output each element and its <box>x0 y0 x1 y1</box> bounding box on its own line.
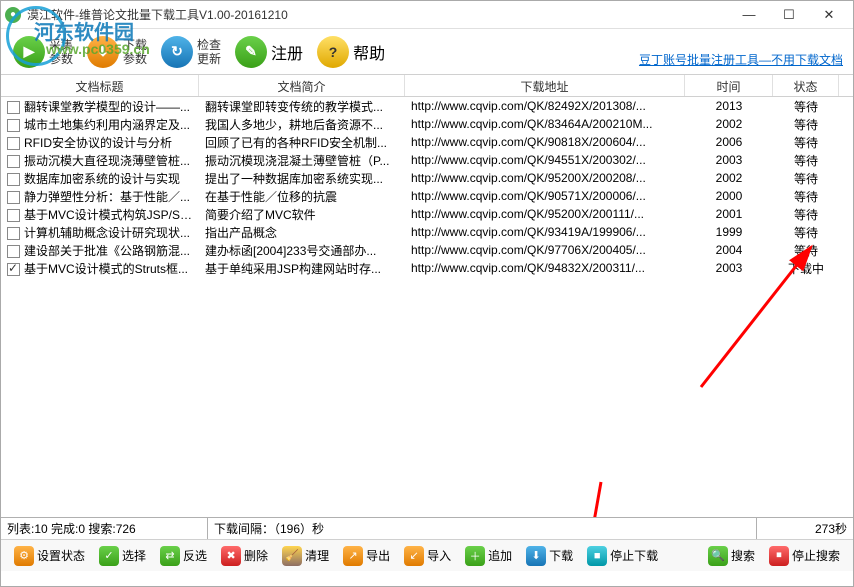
register-icon: ✎ <box>235 36 267 68</box>
maximize-button[interactable]: ☐ <box>769 3 809 27</box>
delete-button[interactable]: ✖删除 <box>216 544 273 568</box>
check-icon: ✓ <box>99 546 119 566</box>
status-bar: 列表:10 完成:0 搜索:726 下载间隔：（196）秒 273秒 <box>1 517 853 539</box>
app-icon: ● <box>5 7 21 23</box>
row-checkbox[interactable] <box>7 191 20 204</box>
help-icon: ? <box>317 36 349 68</box>
row-checkbox[interactable] <box>7 155 20 168</box>
stop-download-button[interactable]: ■停止下载 <box>582 544 663 568</box>
download-icon: ⬇ <box>87 36 119 68</box>
update-icon: ↻ <box>161 36 193 68</box>
invert-button[interactable]: ⇄反选 <box>155 544 212 568</box>
import-icon: ↙ <box>404 546 424 566</box>
broom-icon: 🧹 <box>282 546 302 566</box>
status-interval: 下载间隔：（196）秒 <box>208 518 757 539</box>
check-update-button[interactable]: ↻ 检查更新 <box>155 34 227 70</box>
stop-download-icon: ■ <box>587 546 607 566</box>
table-row[interactable]: 静力弹塑性分析：基于性能／...在基于性能／位移的抗震http://www.cq… <box>1 187 853 205</box>
table-row[interactable]: 基于MVC设计模式构筑JSP/Serv...简要介绍了MVC软件http://w… <box>1 205 853 223</box>
download-button[interactable]: ⬇下载 <box>521 544 578 568</box>
set-state-button[interactable]: ⚙设置状态 <box>9 544 90 568</box>
export-icon: ↗ <box>343 546 363 566</box>
table-row[interactable]: 翻转课堂教学模型的设计——...翻转课堂即转变传统的教学模式...http://… <box>1 97 853 115</box>
table-row[interactable]: 城市土地集约利用内涵界定及...我国人多地少，耕地后备资源不...http://… <box>1 115 853 133</box>
content-area: 文档标题 文档简介 下载地址 时间 状态 翻转课堂教学模型的设计——...翻转课… <box>1 75 853 517</box>
search-button[interactable]: 🔍搜索 <box>703 544 760 568</box>
stop-search-icon: ⏹ <box>769 546 789 566</box>
export-button[interactable]: ↗导出 <box>338 544 395 568</box>
table-header: 文档标题 文档简介 下载地址 时间 状态 <box>1 75 853 97</box>
col-time[interactable]: 时间 <box>685 75 773 96</box>
invert-icon: ⇄ <box>160 546 180 566</box>
col-desc[interactable]: 文档简介 <box>199 75 405 96</box>
minimize-button[interactable]: — <box>729 3 769 27</box>
close-button[interactable]: ✕ <box>809 3 849 27</box>
status-counts: 列表:10 完成:0 搜索:726 <box>1 518 208 539</box>
bottom-toolbar: ⚙设置状态 ✓选择 ⇄反选 ✖删除 🧹清理 ↗导出 ↙导入 ＋追加 ⬇下载 ■停… <box>1 539 853 571</box>
window-title: 漠江软件-维普论文批量下载工具V1.00-20161210 <box>27 6 729 23</box>
append-icon: ＋ <box>465 546 485 566</box>
row-checkbox[interactable] <box>7 173 20 186</box>
table-row[interactable]: 建设部关于批准《公路钢筋混...建办标函[2004]233号交通部办...htt… <box>1 241 853 259</box>
row-checkbox[interactable] <box>7 209 20 222</box>
annotation-arrow-2 <box>561 477 621 517</box>
col-title[interactable]: 文档标题 <box>1 75 199 96</box>
table-row[interactable]: 数据库加密系统的设计与实现提出了一种数据库加密系统实现...http://www… <box>1 169 853 187</box>
collect-params-button[interactable]: ▶ 采集参数 <box>7 34 79 70</box>
delete-icon: ✖ <box>221 546 241 566</box>
promo-link[interactable]: 豆丁账号批量注册工具—不用下载文档 <box>639 51 843 68</box>
gear-icon: ⚙ <box>14 546 34 566</box>
col-url[interactable]: 下载地址 <box>405 75 685 96</box>
row-checkbox[interactable] <box>7 137 20 150</box>
stop-search-button[interactable]: ⏹停止搜索 <box>764 544 845 568</box>
status-timer: 273秒 <box>757 518 853 539</box>
clear-button[interactable]: 🧹清理 <box>277 544 334 568</box>
download-params-button[interactable]: ⬇ 下载参数 <box>81 34 153 70</box>
row-checkbox[interactable] <box>7 245 20 258</box>
row-checkbox[interactable] <box>7 119 20 132</box>
select-button[interactable]: ✓选择 <box>94 544 151 568</box>
table-row[interactable]: 振动沉模大直径现浇薄壁管桩...振动沉模现浇混凝土薄壁管桩（P...http:/… <box>1 151 853 169</box>
row-checkbox[interactable] <box>7 227 20 240</box>
append-button[interactable]: ＋追加 <box>460 544 517 568</box>
register-button[interactable]: ✎ 注册 <box>229 34 309 70</box>
table-row[interactable]: RFID安全协议的设计与分析回顾了已有的各种RFID安全机制...http://… <box>1 133 853 151</box>
table-body[interactable]: 翻转课堂教学模型的设计——...翻转课堂即转变传统的教学模式...http://… <box>1 97 853 517</box>
main-toolbar: ▶ 采集参数 ⬇ 下载参数 ↻ 检查更新 ✎ 注册 ? 帮助 豆丁账号批量注册工… <box>1 29 853 75</box>
download-action-icon: ⬇ <box>526 546 546 566</box>
row-checkbox[interactable] <box>7 263 20 276</box>
collect-icon: ▶ <box>13 36 45 68</box>
import-button[interactable]: ↙导入 <box>399 544 456 568</box>
help-button[interactable]: ? 帮助 <box>311 34 391 70</box>
col-status[interactable]: 状态 <box>773 75 839 96</box>
titlebar: ● 漠江软件-维普论文批量下载工具V1.00-20161210 — ☐ ✕ <box>1 1 853 29</box>
table-row[interactable]: 计算机辅助概念设计研究现状...指出产品概念http://www.cqvip.c… <box>1 223 853 241</box>
table-row[interactable]: 基于MVC设计模式的Struts框...基于单纯采用JSP构建网站时存...ht… <box>1 259 853 277</box>
search-icon: 🔍 <box>708 546 728 566</box>
row-checkbox[interactable] <box>7 101 20 114</box>
